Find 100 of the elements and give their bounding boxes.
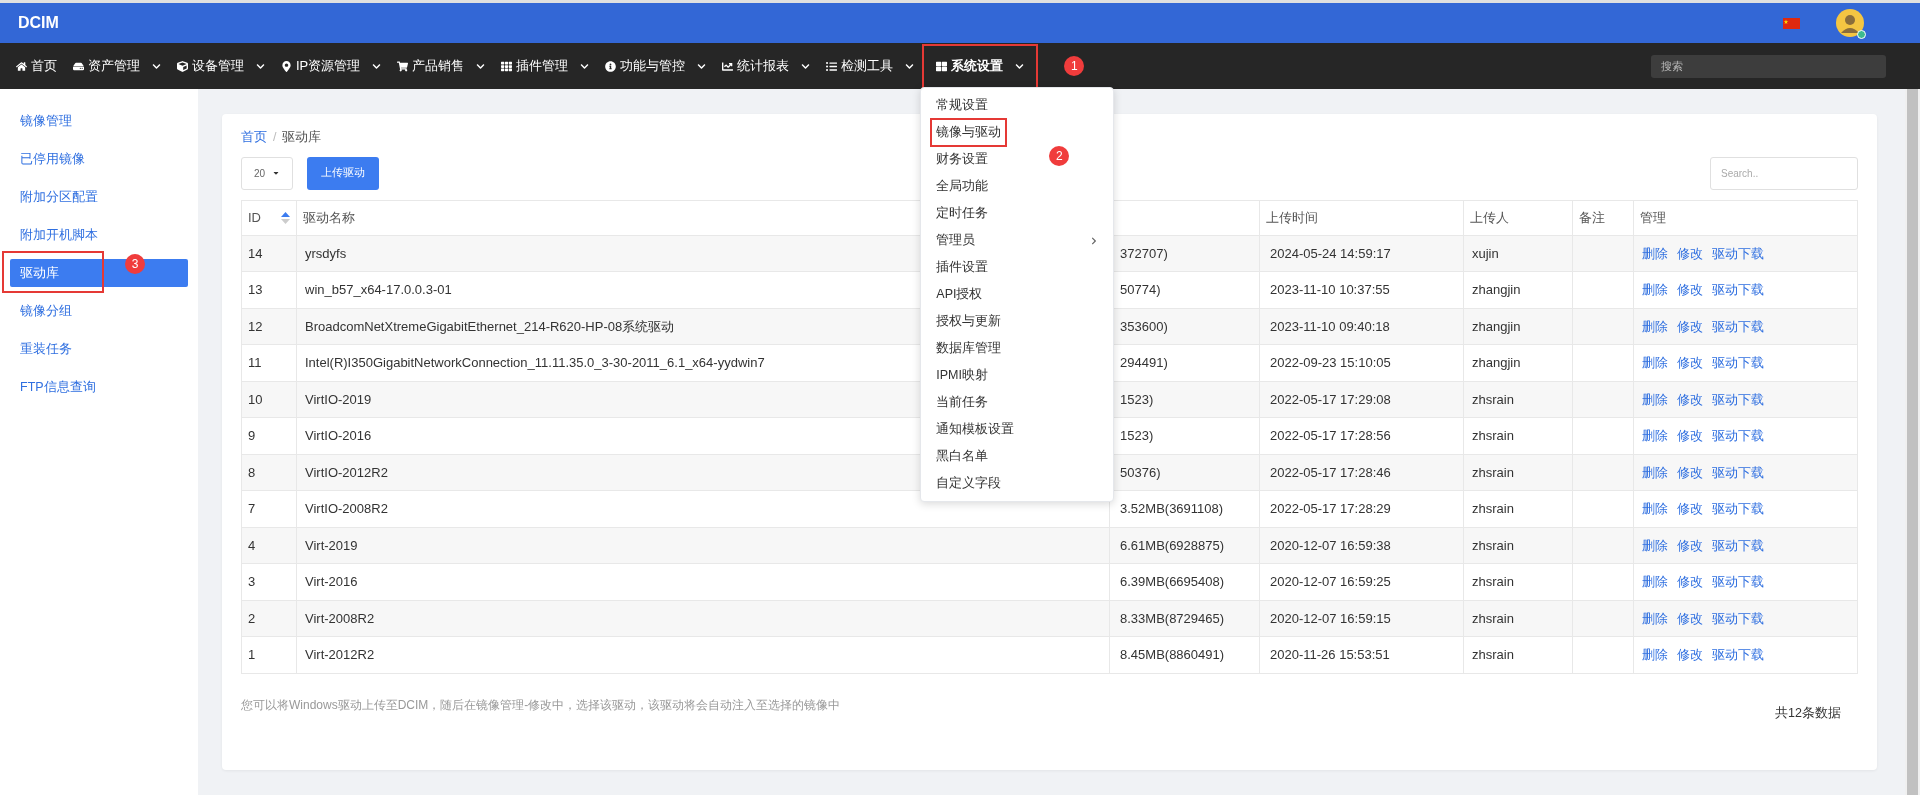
table-cell: 6.61MB(6928875) [1109,527,1260,564]
table-cell: 13 [241,271,297,309]
column-header: 管理 [1633,200,1858,236]
action-link[interactable]: 驱动下载 [1712,535,1764,556]
upload-button[interactable]: 上传驱动 [307,156,379,190]
action-link[interactable]: 修改 [1677,462,1703,483]
cube-icon [177,60,188,72]
table-cell: 2022-09-23 15:10:05 [1259,344,1464,382]
action-link[interactable]: 驱动下载 [1712,353,1764,373]
action-link[interactable]: 修改 [1677,572,1703,592]
action-link[interactable]: 驱动下载 [1712,243,1764,264]
action-link[interactable]: 删除 [1642,243,1668,264]
drive-icon [73,60,84,72]
nav-menu-item[interactable]: 插件管理 [493,48,598,84]
nav-menu-item[interactable]: 设备管理 [169,48,273,84]
help-note: 您可以将Windows驱动上传至DCIM，随后在镜像管理-修改中，选择该驱动，该驱动将会自动注入至选择的镜像中 [241,696,841,714]
search-field[interactable]: 搜索 [1651,54,1886,78]
caret-icon [152,61,161,71]
table-cell: 2022-05-17 17:28:56 [1259,417,1464,455]
table-cell: 7 [241,490,297,528]
action-link[interactable]: 删除 [1642,535,1668,556]
table-cell: zhsrain [1463,381,1573,418]
action-link[interactable]: 删除 [1642,280,1668,300]
map-pin-icon [281,60,292,72]
sidebar-item[interactable]: 已停用镜像 [10,145,188,173]
nav-menu-item[interactable]: 产品销售 [389,48,494,84]
action-link[interactable]: 修改 [1677,608,1703,629]
action-link[interactable]: 删除 [1642,462,1668,483]
dropdown-item[interactable]: 镜像与驱动 [921,119,1114,146]
action-link[interactable]: 驱动下载 [1712,316,1764,337]
action-link[interactable]: 删除 [1642,572,1668,592]
dropdown-item[interactable]: 定时任务 [921,200,1114,227]
nav-menu-item[interactable]: 检测工具 [818,48,923,84]
scrollbar[interactable] [1905,89,1920,795]
column-header: 上传时间 [1259,200,1464,236]
nav-menu-item[interactable]: 首页 [8,48,65,84]
action-link[interactable]: 删除 [1642,353,1668,373]
action-link[interactable]: 修改 [1677,535,1703,556]
action-link[interactable]: 删除 [1642,426,1668,446]
dropdown-item[interactable]: 全局功能 [921,173,1114,200]
sidebar-item[interactable]: 镜像管理 [10,107,188,135]
annotation-badge: 3 [125,254,145,274]
action-link[interactable]: 删除 [1642,499,1668,519]
table-cell: zhsrain [1463,490,1573,528]
sidebar-item[interactable]: 附加分区配置 [10,183,188,211]
action-link[interactable]: 修改 [1677,389,1703,410]
dropdown-item[interactable]: 常规设置 [921,92,1114,119]
table-cell: xujin [1463,235,1573,272]
action-link[interactable]: 删除 [1642,645,1668,665]
action-link[interactable]: 修改 [1677,280,1703,300]
action-link[interactable]: 驱动下载 [1712,608,1764,629]
table-cell: zhangjin [1463,271,1573,309]
breadcrumb-separator: / [273,129,277,146]
table-cell: 1 [241,636,297,674]
nav-menu-item[interactable]: 统计报表 [714,48,819,84]
action-link[interactable]: 驱动下载 [1712,389,1764,410]
info-icon [605,60,617,72]
action-link[interactable]: 驱动下载 [1712,499,1764,519]
breadcrumb-link[interactable]: 首页 [241,128,267,147]
table-cell: zhsrain [1463,636,1573,674]
line-chart-icon [722,60,734,72]
action-link[interactable]: 驱动下载 [1712,572,1764,592]
nav-menu-item[interactable]: IP资源管理 [273,48,390,84]
avatar-icon[interactable] [1836,9,1864,37]
action-link[interactable]: 删除 [1642,608,1668,629]
app-title: DCIM [18,13,59,33]
action-link[interactable]: 修改 [1677,353,1703,373]
sidebar-item[interactable]: 镜像分组 [10,297,188,325]
action-link[interactable]: 修改 [1677,316,1703,337]
action-link[interactable]: 删除 [1642,316,1668,337]
action-link[interactable]: 修改 [1677,499,1703,519]
grid-icon [501,60,513,72]
action-link[interactable]: 驱动下载 [1712,426,1764,446]
table-cell: 2020-12-07 16:59:15 [1259,600,1464,637]
sidebar-item[interactable]: 附加开机脚本 [10,221,188,249]
action-link[interactable]: 驱动下载 [1712,462,1764,483]
sidebar-item[interactable]: 重装任务 [10,335,188,363]
column-header[interactable]: ID [241,200,297,236]
table-cell: zhsrain [1463,527,1573,564]
table-cell: 3 [241,563,297,601]
table-cell: Virt-2019 [296,527,1110,564]
action-link[interactable]: 驱动下载 [1712,280,1764,300]
action-link[interactable]: 驱动下载 [1712,645,1764,665]
table-search-field[interactable]: Search.. [1710,156,1858,190]
sidebar-item[interactable]: FTP信息查询 [10,373,188,401]
table-cell: 2022-05-17 17:28:29 [1259,490,1464,528]
table-cell: 2020-12-07 16:59:25 [1259,563,1464,601]
action-link[interactable]: 删除 [1642,389,1668,410]
action-link[interactable]: 修改 [1677,426,1703,446]
action-link[interactable]: 修改 [1677,243,1703,264]
nav-menu-item[interactable]: 功能与管控 [597,48,715,84]
nav-menu-item[interactable]: 资产管理 [65,48,169,84]
action-link[interactable]: 修改 [1677,645,1703,665]
table-cell: 11 [241,344,297,382]
nav-menu-item[interactable]: 系统设置 [928,48,1033,84]
table-cell: 2020-12-07 16:59:38 [1259,527,1464,564]
table-cell: 8.33MB(8729465) [1109,600,1260,637]
caret-icon [697,61,707,71]
table-cell: zhsrain [1463,454,1573,491]
page-size-select[interactable]: 20 [241,156,293,190]
